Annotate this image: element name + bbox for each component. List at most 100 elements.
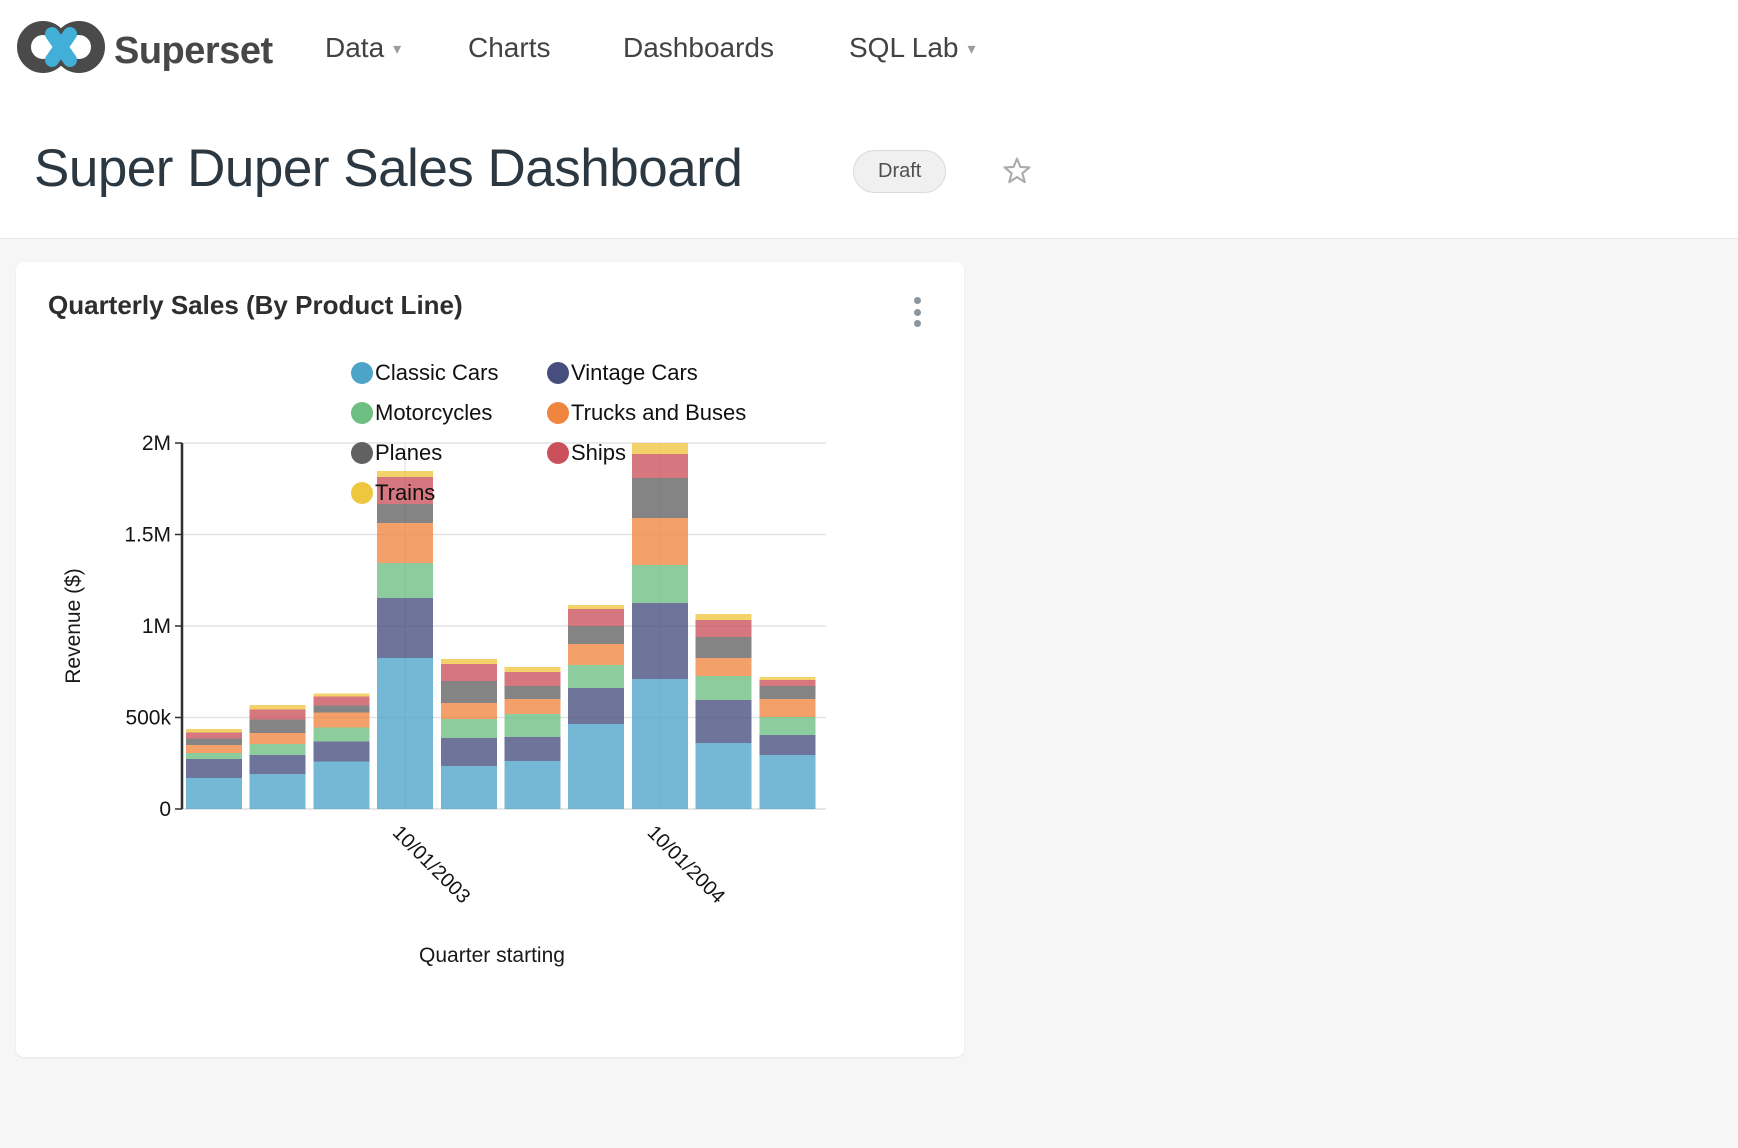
bar-segment[interactable] bbox=[186, 759, 242, 778]
bar-segment[interactable] bbox=[505, 699, 561, 714]
bar-segment[interactable] bbox=[313, 705, 369, 712]
chart-legend: Classic Cars Vintage Cars Motorcycles Tr… bbox=[351, 362, 746, 504]
bar-segment[interactable] bbox=[186, 733, 242, 739]
favorite-star-button[interactable] bbox=[1003, 157, 1033, 187]
chart-options-kebab-button[interactable] bbox=[900, 290, 934, 334]
legend-swatch bbox=[351, 362, 373, 384]
bar-segment[interactable] bbox=[441, 664, 497, 681]
bar-segment[interactable] bbox=[759, 755, 815, 809]
bar-segment[interactable] bbox=[313, 727, 369, 741]
bar-segment[interactable] bbox=[250, 705, 306, 709]
chevron-down-icon: ▾ bbox=[393, 41, 401, 58]
legend-swatch bbox=[547, 402, 569, 424]
nav-item-dashboards[interactable]: Dashboards bbox=[623, 32, 774, 64]
bar-segment[interactable] bbox=[377, 658, 433, 809]
bar-segment[interactable] bbox=[250, 719, 306, 733]
legend-item-planes[interactable]: Planes bbox=[351, 442, 547, 464]
page-title: Super Duper Sales Dashboard bbox=[34, 138, 742, 199]
x-tick-label: 10/01/2004 bbox=[643, 822, 729, 908]
bar-segment[interactable] bbox=[186, 739, 242, 745]
y-tick-label: 1.5M bbox=[124, 524, 171, 547]
superset-infinity-icon bbox=[17, 8, 112, 86]
bar-segment[interactable] bbox=[441, 681, 497, 703]
bar-segment[interactable] bbox=[250, 733, 306, 744]
bar-segment[interactable] bbox=[632, 565, 688, 603]
bar-segment[interactable] bbox=[441, 703, 497, 719]
bar-segment[interactable] bbox=[250, 755, 306, 774]
bar-segment[interactable] bbox=[441, 719, 497, 738]
bar-segment[interactable] bbox=[696, 658, 752, 676]
bar-segment[interactable] bbox=[377, 598, 433, 658]
bar-segment[interactable] bbox=[186, 778, 242, 809]
bar-segment[interactable] bbox=[313, 761, 369, 809]
bar-segment[interactable] bbox=[759, 677, 815, 680]
bar-segment[interactable] bbox=[759, 735, 815, 755]
bar-segment[interactable] bbox=[568, 724, 624, 809]
bar-segment[interactable] bbox=[313, 741, 369, 761]
legend-item-classic-cars[interactable]: Classic Cars bbox=[351, 362, 547, 384]
bar-segment[interactable] bbox=[759, 686, 815, 699]
bar-segment[interactable] bbox=[568, 688, 624, 724]
bar-segment[interactable] bbox=[632, 679, 688, 809]
bar-segment[interactable] bbox=[505, 686, 561, 699]
bar-segment[interactable] bbox=[313, 694, 369, 697]
legend-swatch bbox=[351, 482, 373, 504]
bar-segment[interactable] bbox=[313, 712, 369, 727]
bar-segment[interactable] bbox=[632, 603, 688, 679]
superset-app: Superset Data▾ Charts Dashboards SQL Lab… bbox=[0, 0, 1738, 1148]
star-icon bbox=[1003, 157, 1031, 185]
bar-segment[interactable] bbox=[250, 774, 306, 809]
y-tick-label: 2M bbox=[142, 432, 171, 455]
bar-segment[interactable] bbox=[186, 729, 242, 733]
bar-segment[interactable] bbox=[186, 745, 242, 753]
legend-item-ships[interactable]: Ships bbox=[547, 442, 746, 464]
bar-segment[interactable] bbox=[505, 714, 561, 737]
bar-segment[interactable] bbox=[377, 563, 433, 598]
y-tick-label: 0 bbox=[159, 798, 171, 821]
brand-name: Superset bbox=[114, 30, 273, 73]
nav-item-charts[interactable]: Charts bbox=[468, 32, 550, 64]
bar-segment[interactable] bbox=[568, 626, 624, 644]
chart-title: Quarterly Sales (By Product Line) bbox=[48, 290, 463, 321]
superset-logo[interactable]: Superset bbox=[17, 8, 317, 88]
x-tick-label: 10/01/2003 bbox=[388, 822, 474, 908]
bar-segment[interactable] bbox=[696, 743, 752, 809]
bar-segment[interactable] bbox=[696, 676, 752, 700]
y-axis-title: Revenue ($) bbox=[62, 568, 85, 684]
bar-segment[interactable] bbox=[377, 504, 433, 523]
bar-segment[interactable] bbox=[441, 766, 497, 809]
bar-segment[interactable] bbox=[505, 761, 561, 809]
bar-segment[interactable] bbox=[568, 644, 624, 665]
bar-segment[interactable] bbox=[759, 680, 815, 686]
bar-segment[interactable] bbox=[759, 699, 815, 717]
bar-segment[interactable] bbox=[696, 700, 752, 743]
bar-segment[interactable] bbox=[568, 605, 624, 609]
nav-item-data[interactable]: Data▾ bbox=[325, 32, 401, 64]
bar-segment[interactable] bbox=[441, 659, 497, 664]
bar-segment[interactable] bbox=[696, 637, 752, 658]
bar-segment[interactable] bbox=[377, 523, 433, 563]
bar-segment[interactable] bbox=[568, 665, 624, 688]
legend-item-vintage-cars[interactable]: Vintage Cars bbox=[547, 362, 746, 384]
kebab-dot bbox=[914, 320, 921, 327]
legend-swatch bbox=[547, 362, 569, 384]
nav-item-sql-lab[interactable]: SQL Lab▾ bbox=[849, 32, 976, 64]
bar-segment[interactable] bbox=[186, 753, 242, 759]
bar-segment[interactable] bbox=[505, 667, 561, 672]
bar-segment[interactable] bbox=[505, 672, 561, 686]
legend-item-trucks-and-buses[interactable]: Trucks and Buses bbox=[547, 402, 746, 424]
bar-segment[interactable] bbox=[696, 614, 752, 620]
bar-segment[interactable] bbox=[250, 744, 306, 755]
legend-item-motorcycles[interactable]: Motorcycles bbox=[351, 402, 547, 424]
bar-segment[interactable] bbox=[632, 518, 688, 565]
bar-segment[interactable] bbox=[568, 609, 624, 626]
bar-segment[interactable] bbox=[759, 717, 815, 735]
bar-segment[interactable] bbox=[313, 696, 369, 705]
axis-layer bbox=[175, 443, 182, 809]
bar-segment[interactable] bbox=[441, 738, 497, 766]
bar-segment[interactable] bbox=[250, 709, 306, 719]
legend-item-trains[interactable]: Trains bbox=[351, 482, 547, 504]
status-badge[interactable]: Draft bbox=[853, 150, 946, 193]
bar-segment[interactable] bbox=[505, 737, 561, 761]
bar-segment[interactable] bbox=[696, 620, 752, 637]
